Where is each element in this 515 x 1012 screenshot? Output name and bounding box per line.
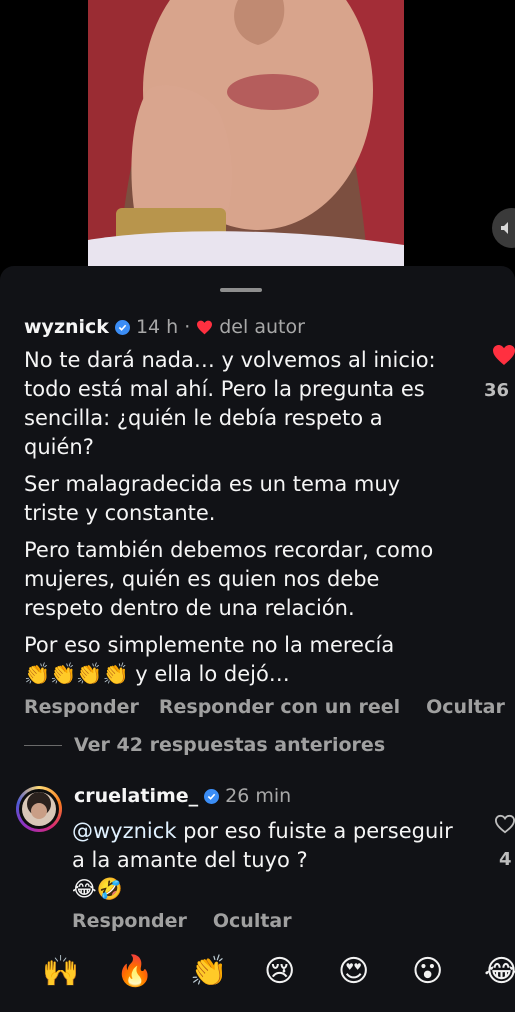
reply-username[interactable]: cruelatime_: [74, 785, 198, 807]
reply-button[interactable]: Responder: [24, 696, 139, 718]
reply-like-count: 4: [499, 849, 512, 870]
verified-badge-icon: [204, 788, 220, 804]
comment-paragraph: Pero también debemos recordar, como muje…: [24, 538, 434, 620]
reaction-raising-hands-emoji[interactable]: 🙌: [42, 954, 79, 989]
clapping-hands-emoji: 👏👏👏👏: [24, 662, 129, 686]
reel-video-area[interactable]: [0, 0, 515, 266]
video-still-image: [88, 0, 404, 266]
comment-username[interactable]: wyznick: [24, 316, 109, 338]
reply-header: cruelatime_ 26 min: [74, 785, 291, 807]
comment-paragraph: No te dará nada… y volvemos al inicio: t…: [24, 348, 436, 459]
view-replies-row[interactable]: Ver 42 respuestas anteriores: [24, 734, 385, 756]
comment-paragraph: Ser malagradecida es un tema muy triste …: [24, 472, 401, 525]
reply-time: 26 min: [225, 785, 292, 807]
reply-with-reel-button[interactable]: Responder con un reel: [159, 696, 400, 718]
like-heart-outline-icon[interactable]: [494, 814, 515, 838]
reaction-heart-eyes-emoji[interactable]: 😍: [338, 954, 369, 989]
reaction-fire-emoji[interactable]: 🔥: [116, 954, 153, 989]
comment-last-line-suffix: y ella lo dejó…: [135, 662, 290, 686]
mute-button[interactable]: [492, 208, 515, 248]
comment-paragraph: Por eso simplemente no la merecía 👏👏👏👏 y…: [24, 631, 454, 689]
reply-button[interactable]: Responder: [72, 910, 187, 932]
comment-body: No te dará nada… y volvemos al inicio: t…: [24, 346, 454, 689]
comment-last-line-prefix: Por eso simplemente no la merecía: [24, 633, 395, 657]
comment-header: wyznick 14 h · del autor: [24, 316, 305, 338]
author-heart-icon: [196, 320, 213, 335]
replies-divider-line: [24, 744, 62, 746]
like-heart-icon[interactable]: [492, 344, 515, 370]
separator-dot: ·: [184, 316, 191, 338]
reaction-clap-emoji[interactable]: 👏: [190, 954, 227, 989]
verified-badge-icon: [114, 319, 130, 335]
mention-link[interactable]: @wyznick: [72, 819, 176, 843]
comment-actions: Responder Responder con un reel Ocultar: [24, 696, 505, 718]
avatar[interactable]: [16, 786, 62, 832]
reaction-surprised-emoji[interactable]: 😮: [412, 954, 443, 989]
reel-video-frame[interactable]: [88, 0, 404, 266]
like-count: 36: [484, 380, 510, 401]
reply-actions: Responder Ocultar: [72, 910, 292, 932]
hide-button[interactable]: Ocultar: [426, 696, 505, 718]
comments-sheet: wyznick 14 h · del autor No te dará nada…: [0, 266, 515, 1012]
reaction-crying-emoji[interactable]: 😢: [264, 954, 295, 989]
hide-button[interactable]: Ocultar: [213, 910, 292, 932]
avatar-image: [22, 792, 56, 826]
author-liked-label: del autor: [219, 316, 305, 338]
laughing-emoji: 😂🤣: [72, 877, 123, 901]
view-replies-button[interactable]: Ver 42 respuestas anteriores: [74, 734, 385, 756]
reply-body: @wyznick por eso fuiste a perseguir a la…: [72, 817, 462, 904]
reaction-laughing-emoji[interactable]: 😂: [484, 954, 515, 989]
sheet-drag-handle[interactable]: [220, 288, 262, 292]
comment-time: 14 h: [135, 316, 179, 338]
speaker-muted-icon: [501, 222, 508, 234]
quick-reactions-bar: 🙌 🔥 👏 😢 😍 😮 😂: [0, 946, 515, 996]
